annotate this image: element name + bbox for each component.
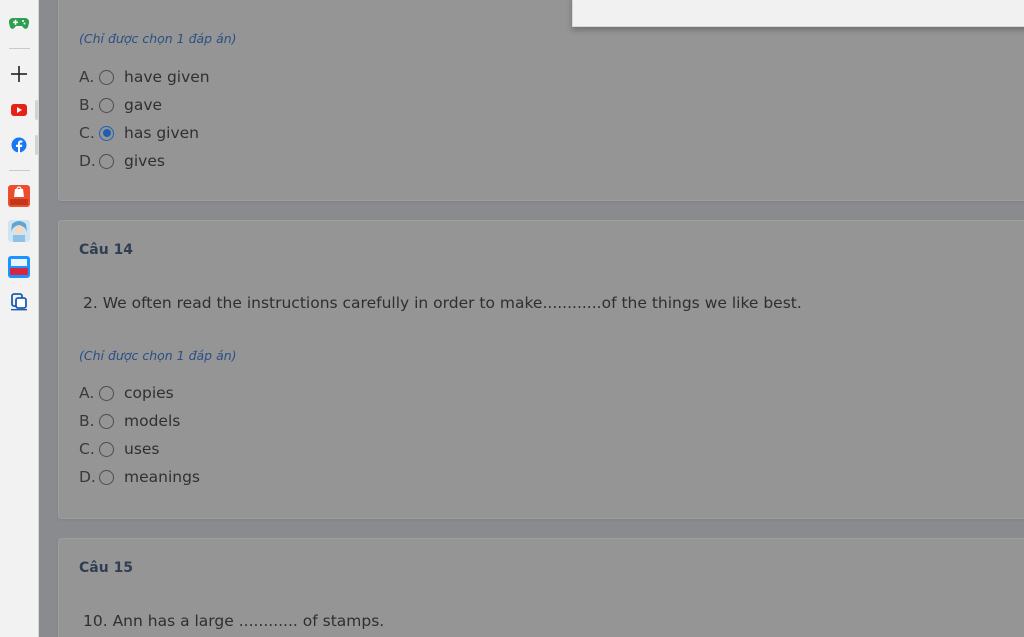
question-title: Câu 15 bbox=[79, 560, 134, 576]
option-letter: C. bbox=[79, 440, 95, 458]
option-d[interactable]: D. meanings bbox=[79, 466, 200, 488]
option-d[interactable]: D. gives bbox=[79, 150, 165, 172]
question-text: 2. We often read the instructions carefu… bbox=[83, 294, 802, 312]
radio-button[interactable] bbox=[99, 153, 114, 169]
sidebar-divider bbox=[9, 170, 30, 171]
option-b[interactable]: B. models bbox=[79, 410, 180, 432]
answer-hint: (Chỉ được chọn 1 đáp án) bbox=[79, 348, 237, 363]
add-icon[interactable] bbox=[8, 63, 30, 85]
active-indicator bbox=[35, 100, 38, 120]
option-letter: C. bbox=[79, 124, 95, 142]
option-letter: D. bbox=[79, 152, 96, 170]
option-text: gives bbox=[124, 152, 165, 170]
youtube-icon[interactable] bbox=[8, 99, 30, 121]
question-card: Câu 14 2. We often read the instructions… bbox=[58, 220, 1024, 519]
question-card: Câu 15 10. Ann has a large ............ … bbox=[58, 538, 1024, 637]
question-card: (Chỉ được chọn 1 đáp án) A. have given B… bbox=[58, 0, 1024, 201]
radio-button[interactable] bbox=[99, 385, 114, 401]
option-letter: B. bbox=[79, 412, 95, 430]
active-indicator bbox=[35, 135, 38, 155]
question-text: 10. Ann has a large ............ of stam… bbox=[83, 612, 385, 630]
option-c[interactable]: C. uses bbox=[79, 438, 160, 460]
option-text: gave bbox=[124, 96, 163, 114]
app-icon[interactable] bbox=[8, 291, 30, 313]
radio-button[interactable] bbox=[99, 469, 114, 485]
sidebar-divider bbox=[9, 48, 30, 49]
radio-button[interactable] bbox=[99, 69, 114, 85]
radio-button[interactable] bbox=[99, 97, 114, 113]
option-b[interactable]: B. gave bbox=[79, 94, 162, 116]
avatar-app-icon[interactable] bbox=[8, 220, 30, 242]
gamepad-icon[interactable] bbox=[8, 12, 30, 34]
option-a[interactable]: A. have given bbox=[79, 66, 210, 88]
facebook-icon[interactable] bbox=[8, 134, 30, 156]
option-letter: B. bbox=[79, 96, 95, 114]
quiz-content: (Chỉ được chọn 1 đáp án) A. have given B… bbox=[40, 0, 1024, 637]
option-letter: A. bbox=[79, 384, 95, 402]
radio-button[interactable] bbox=[99, 413, 114, 429]
option-letter: A. bbox=[79, 68, 95, 86]
shopee-icon[interactable] bbox=[8, 185, 30, 207]
question-title: Câu 14 bbox=[79, 242, 134, 258]
option-a[interactable]: A. copies bbox=[79, 382, 174, 404]
option-text: uses bbox=[124, 440, 160, 458]
option-letter: D. bbox=[79, 468, 96, 486]
sidebar bbox=[0, 0, 39, 637]
option-text: have given bbox=[124, 68, 210, 86]
answer-hint: (Chỉ được chọn 1 đáp án) bbox=[79, 31, 237, 46]
floating-panel bbox=[572, 0, 1024, 27]
radio-button[interactable] bbox=[99, 441, 114, 457]
option-text: models bbox=[124, 412, 181, 430]
option-text: has given bbox=[124, 124, 200, 142]
radio-button-selected[interactable] bbox=[99, 125, 114, 141]
option-c[interactable]: C. has given bbox=[79, 122, 199, 144]
option-text: copies bbox=[124, 384, 174, 402]
tiki-icon[interactable] bbox=[8, 256, 30, 278]
option-text: meanings bbox=[124, 468, 201, 486]
